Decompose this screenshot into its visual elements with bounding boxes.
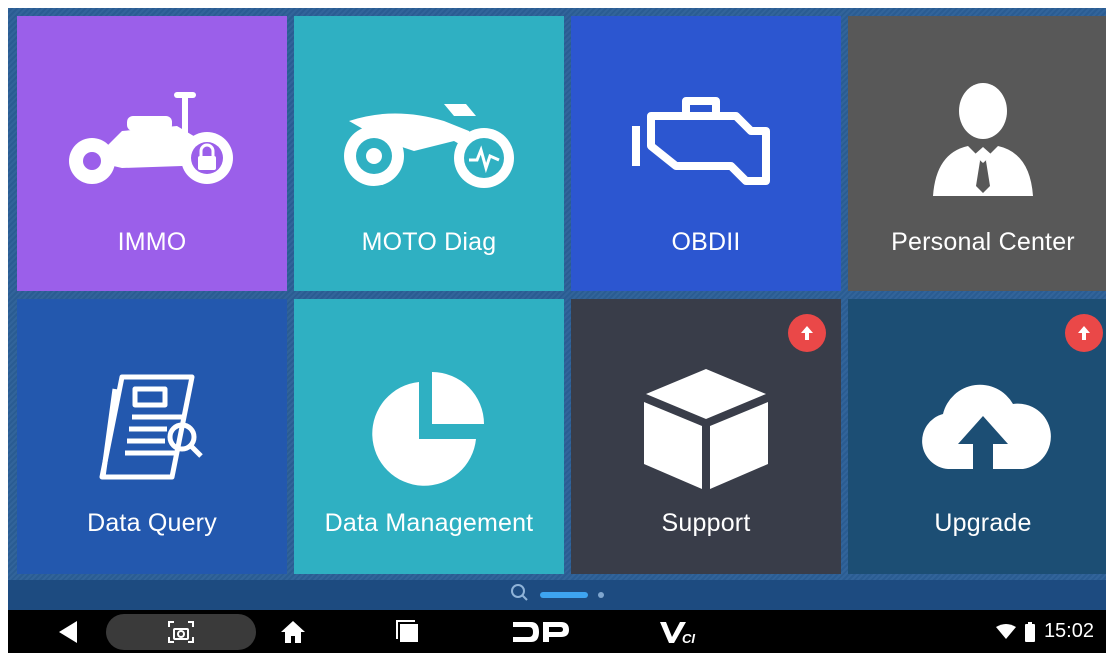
- box-icon: [571, 359, 841, 499]
- search-icon[interactable]: [510, 583, 530, 608]
- tile-label: Support: [661, 509, 751, 537]
- tile-label: OBDII: [671, 228, 741, 256]
- tile-data-management[interactable]: Data Management: [294, 299, 564, 574]
- tile-label: MOTO Diag: [361, 228, 497, 256]
- battery-icon: [1024, 621, 1035, 642]
- dp-app-button[interactable]: [506, 610, 576, 653]
- vci-logo-icon: CI: [660, 621, 695, 645]
- vci-app-button[interactable]: CI: [653, 610, 713, 653]
- svg-text:CI: CI: [682, 631, 695, 645]
- status-area: 15:02: [995, 610, 1094, 653]
- screenshot-button[interactable]: [103, 610, 258, 653]
- tile-immo[interactable]: IMMO: [17, 16, 287, 291]
- tile-label: Data Query: [87, 509, 217, 537]
- tile-data-query[interactable]: Data Query: [17, 299, 287, 574]
- tile-moto-diag[interactable]: MOTO Diag: [294, 16, 564, 291]
- cloud-upload-icon: [848, 359, 1106, 499]
- recents-icon: [396, 619, 418, 642]
- person-icon: [848, 71, 1106, 211]
- tile-label: Upgrade: [934, 509, 1032, 537]
- engine-icon: [571, 71, 841, 211]
- app-grid: IMMO MOTO Diag OBDII Personal Center Dat…: [8, 8, 1106, 580]
- tile-support[interactable]: Support: [571, 299, 841, 574]
- screenshot-icon: [167, 620, 194, 643]
- tile-personal-center[interactable]: Personal Center: [848, 16, 1106, 291]
- motorcycle-lock-icon: [17, 71, 287, 211]
- home-button[interactable]: [273, 610, 313, 653]
- dp-logo-icon: [513, 621, 569, 642]
- tile-label: IMMO: [117, 228, 187, 256]
- update-badge-icon: [1065, 314, 1103, 352]
- back-button[interactable]: [48, 610, 88, 653]
- tablet-screen: IMMO MOTO Diag OBDII Personal Center Dat…: [8, 8, 1106, 653]
- home-icon: [281, 620, 305, 643]
- dirt-bike-icon: [294, 71, 564, 211]
- page-indicator: [8, 580, 1106, 610]
- page-dot-active[interactable]: [540, 592, 588, 598]
- system-nav-bar: CI 15:02: [8, 610, 1106, 653]
- pie-chart-icon: [294, 359, 564, 499]
- tile-obdii[interactable]: OBDII: [571, 16, 841, 291]
- update-badge-icon: [788, 314, 826, 352]
- page-dot[interactable]: [598, 592, 604, 598]
- back-icon: [59, 620, 77, 643]
- clock: 15:02: [1043, 620, 1094, 642]
- document-search-icon: [17, 359, 287, 499]
- tile-label: Data Management: [324, 509, 534, 537]
- tile-label: Personal Center: [891, 228, 1075, 256]
- tile-upgrade[interactable]: Upgrade: [848, 299, 1106, 574]
- wifi-icon: [995, 623, 1016, 639]
- recents-button[interactable]: [388, 610, 428, 653]
